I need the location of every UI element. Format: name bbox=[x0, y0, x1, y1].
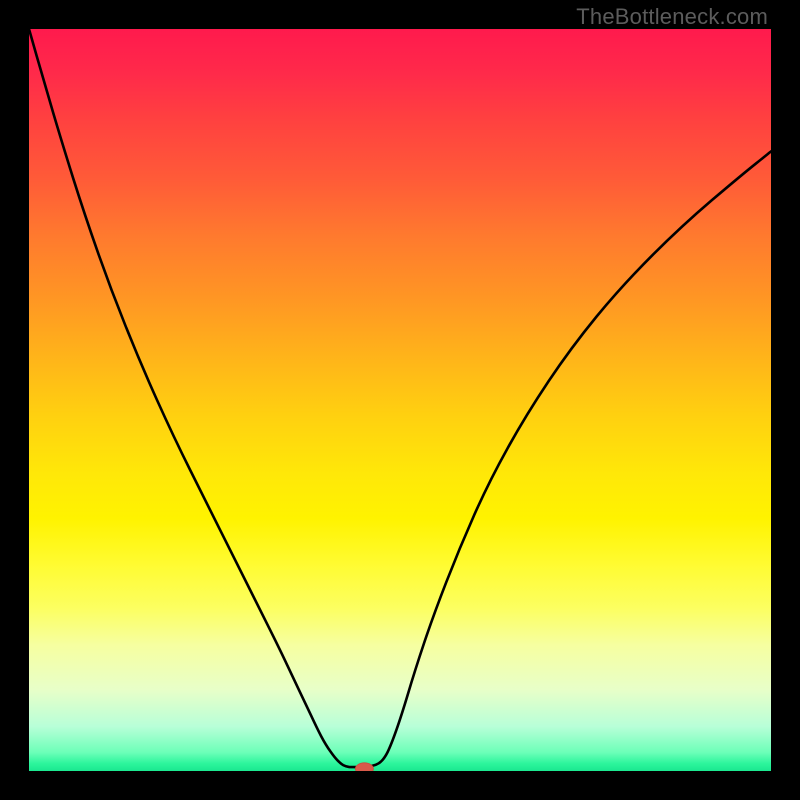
chart-frame: TheBottleneck.com bbox=[0, 0, 800, 800]
bottleneck-curve bbox=[29, 29, 771, 767]
marker-dot bbox=[355, 763, 373, 771]
watermark-text: TheBottleneck.com bbox=[576, 4, 768, 30]
curve-layer bbox=[29, 29, 771, 771]
plot-area bbox=[29, 29, 771, 771]
